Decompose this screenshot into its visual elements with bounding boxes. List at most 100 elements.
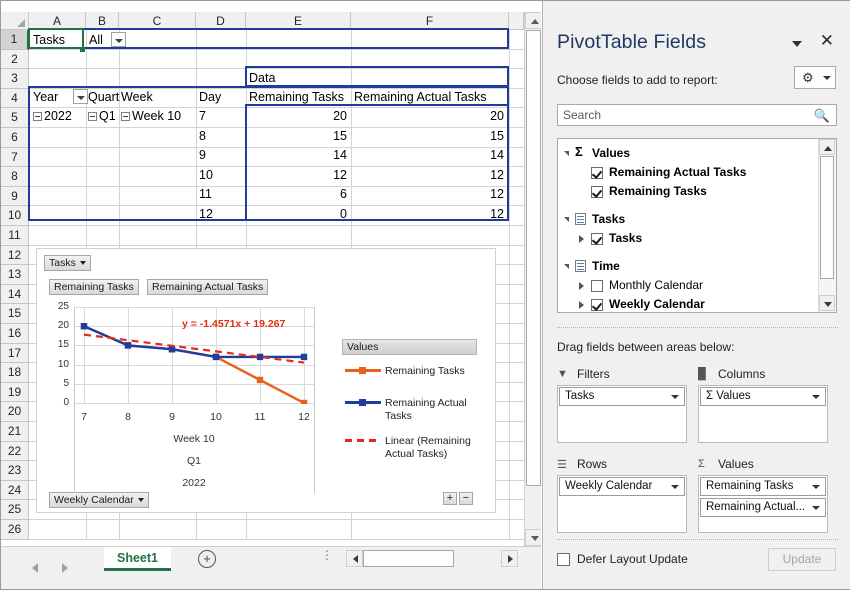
row-header-22[interactable]: 22 <box>1 441 29 462</box>
field-scroll-down-button[interactable] <box>819 295 835 311</box>
row-header-6[interactable]: 6 <box>1 128 29 148</box>
cell-day-2[interactable]: 9 <box>199 146 241 165</box>
spreadsheet-grid[interactable]: ABCDEF 1 2 3 4 5 6 7 8 9 10 11 12 13 14 15 16 17 18 19 20 21… <box>1 1 541 569</box>
cell-day-1[interactable]: 8 <box>199 127 241 146</box>
field-search-input[interactable]: Search 🔍 <box>557 104 837 126</box>
chart-axis-field-button[interactable]: Weekly Calendar <box>49 492 149 508</box>
cell-remaining-actual-tasks-1[interactable]: 15 <box>354 127 504 146</box>
collapse-quarter-button[interactable] <box>88 112 97 121</box>
row-header-5[interactable]: 5 <box>1 108 29 128</box>
cell-remaining-actual-tasks-0[interactable]: 20 <box>354 107 504 126</box>
defer-layout-checkbox[interactable] <box>557 553 570 566</box>
panel-tools-button[interactable]: ⚙ <box>794 66 836 89</box>
row-header-21[interactable]: 21 <box>1 422 29 442</box>
cell-B1[interactable]: All <box>89 31 111 50</box>
row-header-18[interactable]: 18 <box>1 363 29 383</box>
cell-A4[interactable]: Year <box>33 88 71 107</box>
field-group-values[interactable]: Values <box>592 146 630 160</box>
cell-day-4[interactable]: 11 <box>199 185 241 204</box>
chart-series-button-2[interactable]: Remaining Actual Tasks <box>147 279 269 295</box>
field-checkbox-weekly-calendar[interactable] <box>591 299 603 311</box>
field-checkbox-monthly-calendar[interactable] <box>591 280 603 292</box>
field-label-tasks[interactable]: Tasks <box>609 231 642 245</box>
values-field-pill-0[interactable]: Remaining Tasks <box>700 477 826 496</box>
row-header-3[interactable]: 3 <box>1 69 29 89</box>
columns-field-pill-0[interactable]: Σ Values <box>700 387 826 406</box>
rows-field-pill-0[interactable]: Weekly Calendar <box>559 477 685 496</box>
field-expand-icon[interactable] <box>579 282 584 290</box>
collapse-week-button[interactable] <box>121 112 130 121</box>
field-group-tasks[interactable]: Tasks <box>592 212 625 226</box>
row-header-15[interactable]: 15 <box>1 304 29 324</box>
scroll-down-button[interactable] <box>525 529 541 546</box>
column-header-g[interactable] <box>509 12 524 30</box>
sheet-tab-sheet1[interactable]: Sheet1 <box>104 547 171 571</box>
pivot-chart[interactable]: Tasks Remaining Tasks Remaining Actual T… <box>36 248 496 513</box>
field-scroll-thumb[interactable] <box>820 156 834 279</box>
column-header-c[interactable]: C <box>119 12 196 30</box>
row-header-14[interactable]: 14 <box>1 284 29 305</box>
add-sheet-button[interactable]: + <box>198 550 216 568</box>
chart-collapse-button[interactable]: − <box>459 492 473 505</box>
fill-handle[interactable] <box>80 47 85 52</box>
filters-field-pill-0[interactable]: Tasks <box>559 387 685 406</box>
scroll-up-button[interactable] <box>525 12 541 29</box>
column-header-b[interactable]: B <box>86 12 119 30</box>
cell-D4[interactable]: Day <box>199 88 241 107</box>
field-group-time[interactable]: Time <box>592 259 620 273</box>
field-checkbox-tasks[interactable] <box>591 233 603 245</box>
cell-day-3[interactable]: 10 <box>199 166 241 185</box>
cell-remaining-tasks-2[interactable]: 14 <box>249 146 347 165</box>
group-collapse-icon[interactable] <box>564 151 569 156</box>
field-list[interactable]: Σ Values Remaining Actual Tasks Remaining T… <box>557 138 837 313</box>
cell-remaining-tasks-3[interactable]: 12 <box>249 166 347 185</box>
cell-remaining-tasks-4[interactable]: 6 <box>249 185 347 204</box>
chart-expand-button[interactable]: + <box>443 492 457 505</box>
row-header-9[interactable]: 9 <box>1 186 29 207</box>
report-filter-dropdown-button[interactable] <box>111 32 126 47</box>
row-header-11[interactable]: 11 <box>1 226 29 246</box>
cell-remaining-actual-tasks-4[interactable]: 12 <box>354 185 504 204</box>
chart-filter-field-button[interactable]: Tasks <box>44 255 91 271</box>
field-checkbox-remaining-actual-tasks[interactable] <box>591 167 603 179</box>
field-checkbox-remaining-tasks[interactable] <box>591 186 603 198</box>
row-header-25[interactable]: 25 <box>1 500 29 520</box>
cell-E3[interactable]: Data <box>249 69 349 88</box>
row-header-4[interactable]: 4 <box>1 88 29 109</box>
cell-remaining-tasks-5[interactable]: 0 <box>249 205 347 224</box>
column-header-f[interactable]: F <box>351 12 509 30</box>
row-header-12[interactable]: 12 <box>1 245 29 266</box>
cell-E4[interactable]: Remaining Tasks <box>249 88 351 107</box>
column-header-e[interactable]: E <box>246 12 351 30</box>
row-header-2[interactable]: 2 <box>1 49 29 70</box>
scroll-left-button[interactable] <box>346 550 363 567</box>
cell-remaining-tasks-0[interactable]: 20 <box>249 107 347 126</box>
row-header-19[interactable]: 19 <box>1 382 29 403</box>
cell-C4[interactable]: Week <box>121 88 191 107</box>
sheet-tab-bar[interactable]: Sheet1 + ⋮ <box>1 546 541 589</box>
previous-sheet-button[interactable] <box>26 557 46 577</box>
cell-B4[interactable]: Quart <box>88 88 120 107</box>
year-filter-dropdown-button[interactable] <box>73 89 88 104</box>
row-header-1[interactable]: 1 <box>1 30 29 50</box>
grid-horizontal-scrollbar[interactable] <box>346 550 518 567</box>
field-label-weekly-calendar[interactable]: Weekly Calendar <box>609 297 705 311</box>
cell-F4[interactable]: Remaining Actual Tasks <box>354 88 514 107</box>
cell-remaining-actual-tasks-3[interactable]: 12 <box>354 166 504 185</box>
row-header-24[interactable]: 24 <box>1 480 29 501</box>
cell-C5[interactable]: Week 10 <box>132 107 198 126</box>
panel-close-button[interactable]: ✕ <box>820 32 834 49</box>
row-header-8[interactable]: 8 <box>1 167 29 187</box>
tab-split-handle[interactable]: ⋮ <box>321 549 333 561</box>
values-field-pill-1[interactable]: Remaining Actual... <box>700 498 826 517</box>
row-header-20[interactable]: 20 <box>1 402 29 422</box>
row-header-13[interactable]: 13 <box>1 265 29 285</box>
cell-day-0[interactable]: 7 <box>199 107 241 126</box>
row-header-23[interactable]: 23 <box>1 461 29 481</box>
cell-A5[interactable]: 2022 <box>44 107 89 126</box>
field-label-remaining-tasks[interactable]: Remaining Tasks <box>609 184 707 198</box>
update-button[interactable]: Update <box>768 548 836 571</box>
field-scroll-up-button[interactable] <box>819 139 835 155</box>
group-collapse-icon[interactable] <box>564 217 569 222</box>
scroll-thumb[interactable] <box>526 30 541 486</box>
